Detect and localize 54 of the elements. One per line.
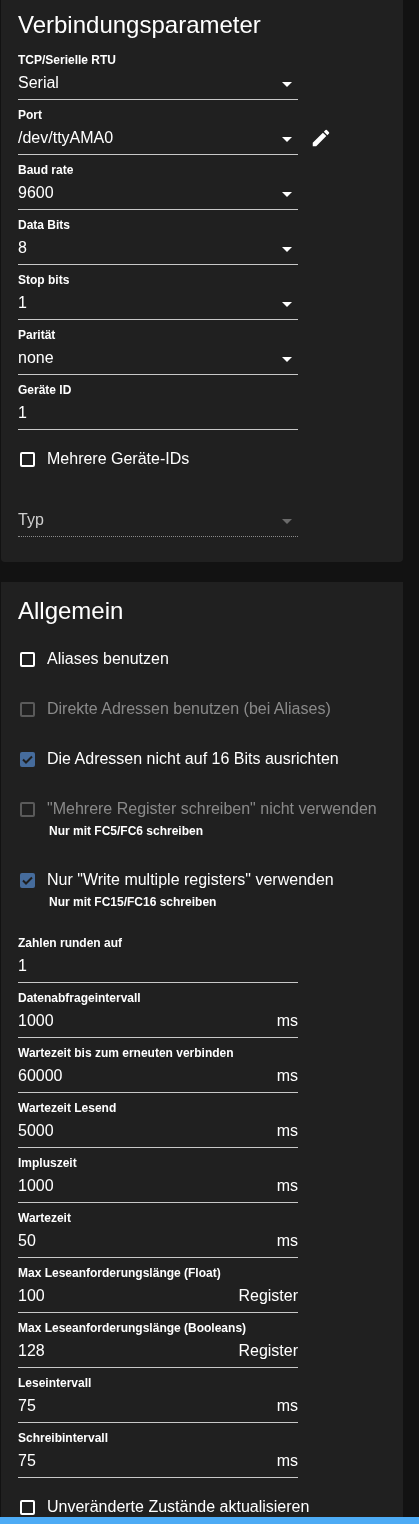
field-label: Wartezeit bis zum erneuten verbinden — [18, 1046, 235, 1060]
checkbox-label: Die Adressen nicht auf 16 Bits ausrichten — [47, 750, 339, 768]
caret-icon — [282, 247, 292, 252]
caret-icon — [282, 302, 292, 307]
checkbox-label: Direkte Adressen benutzen (bei Aliases) — [47, 700, 331, 718]
caret-icon — [282, 137, 292, 142]
field-label: Stop bits — [18, 273, 71, 287]
field-label: Leseintervall — [18, 1376, 93, 1390]
checkbox[interactable] — [20, 751, 35, 767]
input-field[interactable]: 128 Register — [18, 1335, 298, 1368]
field-label: Baud rate — [18, 163, 75, 177]
field-label: TCP/Serielle RTU — [18, 53, 118, 67]
field-label: Impluszeit — [18, 1156, 78, 1170]
field-label: Data Bits — [18, 218, 71, 232]
input-field[interactable]: 75 ms — [18, 1445, 298, 1478]
input-field[interactable]: 75 ms — [18, 1390, 298, 1423]
field-label: Wartezeit — [18, 1211, 72, 1225]
input-field[interactable]: 50 ms — [18, 1225, 298, 1258]
checkbox-label: "Mehrere Register schreiben" nicht verwenden — [47, 800, 377, 818]
input-field[interactable]: 100 Register — [18, 1280, 298, 1313]
caret-icon — [282, 82, 292, 87]
section-title: Verbindungsparameter — [18, 10, 262, 40]
field-label: Geräte ID — [18, 383, 73, 397]
checkbox-label: Unveränderte Zustände aktualisieren — [47, 1498, 310, 1516]
input-field[interactable]: 5000 ms — [18, 1115, 298, 1148]
field-label: Schreibintervall — [18, 1431, 110, 1445]
select-field[interactable]: none — [18, 342, 298, 375]
select-field[interactable]: Serial — [18, 67, 298, 100]
caret-icon — [282, 519, 292, 524]
input-field[interactable]: 60000 ms — [18, 1060, 298, 1093]
checkbox-label: Nur "Write multiple registers" verwenden — [47, 871, 334, 889]
input-field[interactable]: 1 — [18, 397, 298, 430]
field-label: Port — [18, 108, 43, 122]
input-field[interactable]: 1000 ms — [18, 1170, 298, 1203]
helper-text: Nur mit FC5/FC6 schreiben — [49, 824, 205, 838]
field-label: Datenabfrageintervall — [18, 991, 142, 1005]
section-title: Allgemein — [18, 596, 125, 626]
caret-icon — [282, 357, 292, 362]
caret-icon — [282, 192, 292, 197]
checkbox-label: Mehrere Geräte-IDs — [47, 450, 190, 468]
field-label: Max Leseanforderungslänge (Float) — [18, 1266, 222, 1280]
checkbox[interactable] — [20, 872, 35, 888]
select-field[interactable]: 8 — [18, 232, 298, 265]
field-label: Wartezeit Lesend — [18, 1101, 118, 1115]
select-field[interactable]: 1 — [18, 287, 298, 320]
input-field[interactable]: 1 — [18, 950, 298, 983]
input-field[interactable]: 1000 ms — [18, 1005, 298, 1038]
select-field[interactable]: 9600 — [18, 177, 298, 210]
field-label: Zahlen runden auf — [18, 936, 123, 950]
field-label: Parität — [18, 328, 57, 342]
field-label: Max Leseanforderungslänge (Booleans) — [18, 1321, 248, 1335]
helper-text: Nur mit FC15/FC16 schreiben — [49, 895, 218, 909]
checkbox-label: Aliases benutzen — [47, 650, 169, 668]
select-field[interactable]: /dev/ttyAMA0 — [18, 122, 298, 155]
